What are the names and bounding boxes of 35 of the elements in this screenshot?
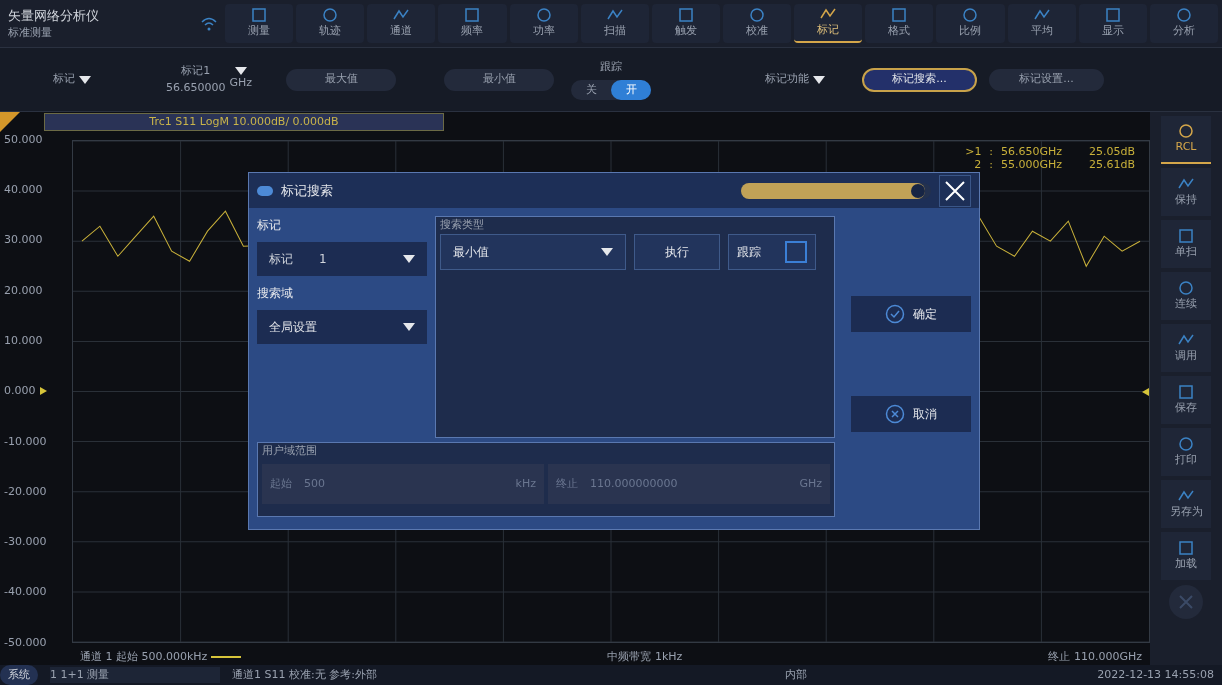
y-axis-label: -50.000 [4, 634, 47, 651]
dialog-title: 标记搜索 [281, 181, 334, 200]
y-axis-label: -40.000 [4, 584, 47, 601]
marker-label: 标记 [257, 217, 282, 235]
app-title: 矢量网络分析仪 [8, 6, 100, 25]
marker-separator: : [989, 158, 993, 171]
y-axis-label: -20.000 [4, 483, 47, 500]
marker-frequency: 55.000GHz [1001, 158, 1064, 171]
y-axis-label: -30.000 [4, 534, 47, 551]
y-axis-label: 40.000 [4, 182, 43, 199]
y-axis-label: 10.000 [4, 332, 43, 349]
tracking-checkbox-label: 跟踪 [737, 243, 761, 261]
y-axis-label: 50.000 [4, 131, 43, 148]
y-axis-label: 20.000 [4, 282, 43, 299]
tracking-label: 跟踪 [600, 59, 622, 76]
status-text: 内部 [785, 666, 809, 683]
marker-value: 25.05dB [1089, 145, 1137, 158]
app-subtitle: 标准测量 [8, 25, 53, 41]
user-range-label: 用户域范围 [261, 443, 318, 460]
channel-start-text: 通道 1 起始 500.000kHz [80, 648, 208, 665]
y-axis-label: 30.000 [4, 232, 43, 249]
status-text: 通道1 S11 校准:无 参考:外部 [232, 666, 378, 683]
search-type-label: 搜索类型 [439, 217, 485, 234]
status-text: 1 1+1 测量 [50, 666, 220, 684]
status-time: 2022-12-13 14:55:08 [1097, 666, 1214, 683]
y-axis-label: -10.000 [4, 433, 47, 450]
marker-id: >1 [965, 145, 982, 158]
marker-separator: : [989, 145, 993, 158]
search-domain-label: 搜索域 [257, 285, 294, 303]
if-bandwidth-text: 中频带宽 1kHz [607, 648, 683, 665]
marker-value: 25.61dB [1089, 158, 1137, 171]
marker-frequency: 56.650GHz [1001, 145, 1064, 158]
channel-stop-text: 终止 110.000GHz [1048, 648, 1142, 665]
marker-id: 2 [973, 158, 982, 171]
y-axis-label: 0.000 [4, 383, 36, 400]
